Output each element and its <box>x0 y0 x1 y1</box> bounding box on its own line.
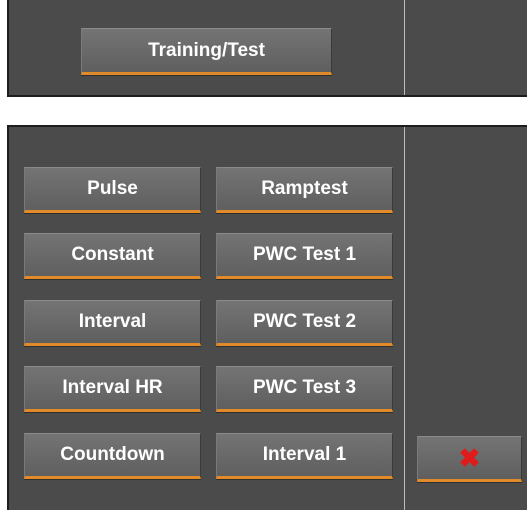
interval-button[interactable]: Interval <box>24 300 201 346</box>
constant-button[interactable]: Constant <box>24 233 201 279</box>
ramptest-button[interactable]: Ramptest <box>216 167 393 213</box>
pulse-button[interactable]: Pulse <box>24 167 201 213</box>
interval-hr-button[interactable]: Interval HR <box>24 366 201 412</box>
app-screen: Training/Test Pulse Constant Interval In… <box>0 0 527 510</box>
pwc-test-3-button[interactable]: PWC Test 3 <box>216 366 393 412</box>
pwc-test-1-button[interactable]: PWC Test 1 <box>216 233 393 279</box>
training-test-button[interactable]: Training/Test <box>81 28 332 75</box>
close-button[interactable]: ✖ <box>417 436 522 482</box>
countdown-button[interactable]: Countdown <box>24 433 201 479</box>
program-panel-divider <box>404 127 405 510</box>
header-divider <box>404 0 405 95</box>
interval-1-button[interactable]: Interval 1 <box>216 433 393 479</box>
pwc-test-2-button[interactable]: PWC Test 2 <box>216 300 393 346</box>
close-icon: ✖ <box>458 443 481 473</box>
